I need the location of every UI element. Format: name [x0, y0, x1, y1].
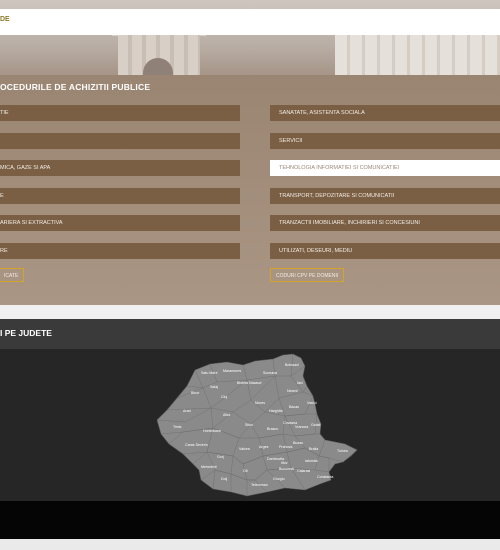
romania-county-map[interactable]: Satu Mare Maramures Suceava Botosani Sal…: [155, 352, 360, 497]
county-label: Caras Severin: [185, 443, 208, 447]
counties-header: I PE JUDETE: [0, 319, 500, 349]
county-label: Galati: [311, 423, 321, 427]
county-label: Gorj: [217, 455, 224, 459]
cpv-codes-button[interactable]: CODURI CPV PE DOMENII: [270, 268, 345, 282]
county-label: Cluj: [221, 395, 227, 399]
page-bottom-bar: [0, 539, 500, 550]
county-label: Giurgiu: [273, 477, 285, 481]
county-label: Alba: [223, 413, 230, 417]
site-logo-text[interactable]: DE: [0, 16, 10, 23]
county-label: Suceava: [263, 371, 277, 375]
category-left-3[interactable]: MICA, GAZE SI APA: [0, 160, 240, 176]
county-label: Timis: [173, 425, 182, 429]
left-outline-button[interactable]: ICATE: [0, 268, 25, 282]
procedures-title: OCEDURILE DE ACHIZITII PUBLICE: [0, 82, 151, 92]
counties-title: I PE JUDETE: [0, 328, 52, 338]
county-label: Salaj: [210, 385, 218, 389]
county-label: Prahova: [279, 445, 292, 449]
county-label: Teleorman: [251, 483, 268, 487]
county-label: Buzau: [293, 441, 303, 445]
category-right-6[interactable]: UTILIZATI, DESEURI, MEDIU: [270, 243, 500, 259]
county-label: Valcea: [239, 447, 250, 451]
county-label: Maramures: [223, 369, 241, 373]
county-label: Sibiu: [245, 423, 253, 427]
county-label: Bacau: [289, 405, 299, 409]
county-label: Iasi: [297, 381, 303, 385]
county-label: Hunedoara: [203, 429, 221, 433]
county-label: Vaslui: [307, 401, 317, 405]
category-left-6[interactable]: RE: [0, 243, 240, 259]
county-label: Ilfov: [281, 461, 288, 465]
county-label: Bihor: [191, 391, 200, 395]
county-label: Neamt: [287, 389, 298, 393]
county-label: Bistrita Nasaud: [237, 381, 261, 385]
county-label: Olt: [243, 469, 248, 473]
county-label: Constanta: [317, 475, 333, 479]
procedures-panel: OCEDURILE DE ACHIZITII PUBLICE TIE MICA,…: [0, 75, 500, 305]
county-label: Mehedinti: [201, 465, 217, 469]
county-label: Brasov: [267, 427, 278, 431]
county-label: Vrancea: [295, 425, 308, 429]
county-label: Arad: [183, 409, 191, 413]
category-left-1[interactable]: TIE: [0, 105, 240, 121]
county-label: Braila: [309, 447, 318, 451]
category-left-5[interactable]: ARIERA SI EXTRACTIVA: [0, 215, 240, 231]
category-right-2[interactable]: SERVICII: [270, 133, 500, 149]
category-right-1[interactable]: SANATATE, ASISTENTA SOCIALA: [270, 105, 500, 121]
county-label: Satu Mare: [201, 371, 218, 375]
county-label: Harghita: [269, 409, 283, 413]
county-label: Mures: [255, 401, 265, 405]
category-right-5[interactable]: TRANZACTII IMOBILIARE, INCHIRIERI SI CON…: [270, 215, 500, 231]
category-left-2[interactable]: [0, 133, 240, 149]
building-right: [335, 30, 500, 75]
county-label: Botosani: [285, 363, 299, 367]
county-label: Tulcea: [337, 449, 348, 453]
county-label: Arges: [259, 445, 269, 449]
category-left-4[interactable]: E: [0, 188, 240, 204]
category-right-3-active[interactable]: TEHNOLOGIA INFORMATIEI SI COMUNICATIEI: [270, 160, 500, 176]
site-header: DE: [0, 9, 500, 35]
county-label: Bucuresti: [279, 467, 294, 471]
county-label: Calarasi: [297, 469, 310, 473]
county-label: Dolj: [221, 477, 227, 481]
category-right-4[interactable]: TRANSPORT, DEPOZITARE SI COMUNICATII: [270, 188, 500, 204]
county-label: Ialomita: [305, 459, 318, 463]
counties-footer: [0, 501, 500, 539]
